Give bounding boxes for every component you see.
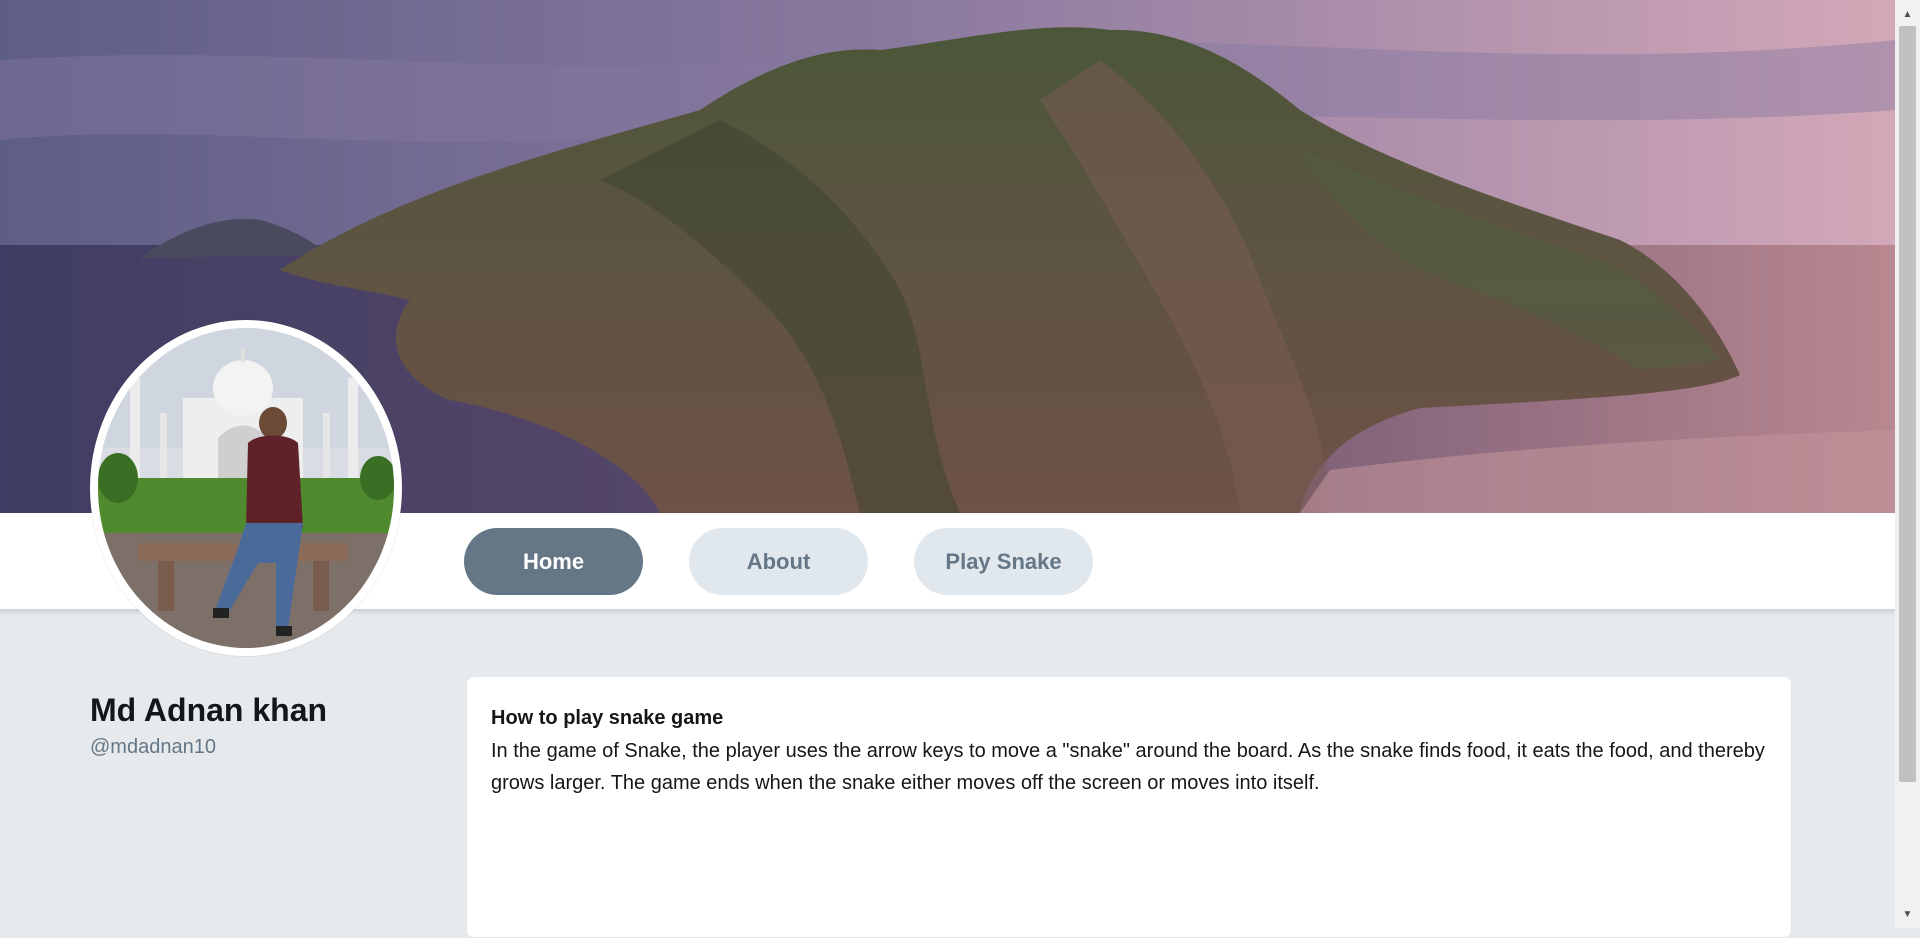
profile-avatar xyxy=(90,320,402,656)
scroll-thumb[interactable] xyxy=(1899,26,1916,782)
profile-handle: @mdadnan10 xyxy=(90,736,216,758)
content-card: How to play snake game In the game of Sn… xyxy=(466,676,1792,938)
avatar-photo xyxy=(98,328,394,648)
scroll-up-icon[interactable]: ▲ xyxy=(1895,4,1920,24)
scroll-down-icon[interactable]: ▼ xyxy=(1895,904,1920,924)
card-title: How to play snake game xyxy=(491,707,724,729)
page-scrollbar[interactable]: ▲ ▼ xyxy=(1895,0,1920,928)
tab-home[interactable]: Home xyxy=(464,528,643,595)
card-body: In the game of Snake, the player uses th… xyxy=(491,740,1765,794)
profile-name: Md Adnan khan xyxy=(90,692,328,728)
tab-play-snake[interactable]: Play Snake xyxy=(914,528,1093,595)
tab-about[interactable]: About xyxy=(689,528,868,595)
